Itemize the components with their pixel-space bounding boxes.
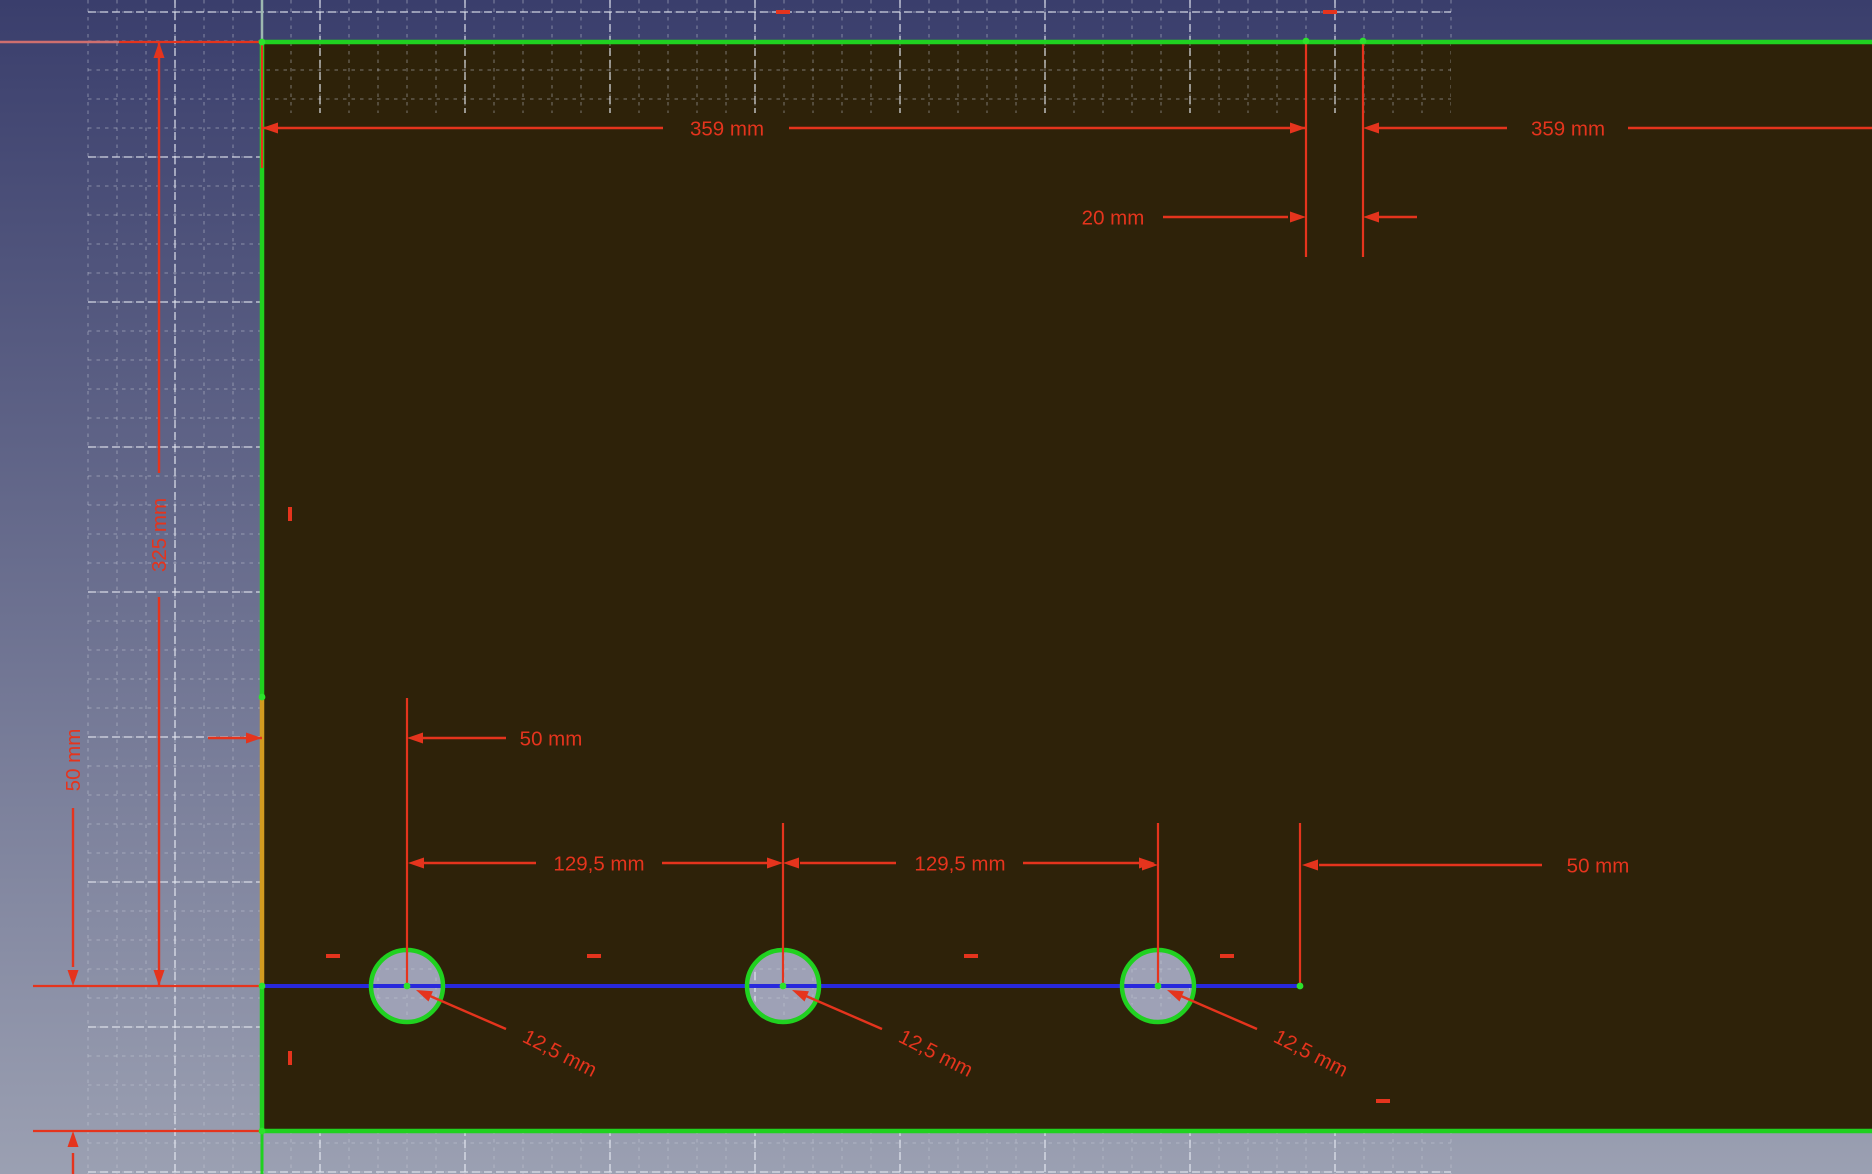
constraint-marker[interactable]	[587, 954, 601, 958]
constraint-marker[interactable]	[288, 507, 292, 521]
dimension-label-hole-spacing-2[interactable]: 129,5 mm	[914, 853, 1005, 876]
vertex-point[interactable]	[259, 39, 266, 46]
vertex-point[interactable]	[259, 983, 266, 990]
vertex-point[interactable]	[1155, 983, 1162, 990]
constraint-marker[interactable]	[326, 954, 340, 958]
constraint-marker[interactable]	[1376, 1099, 1390, 1103]
sketch-face[interactable]	[262, 42, 1872, 1131]
constraint-marker[interactable]	[288, 1051, 292, 1065]
vertex-point[interactable]	[1360, 38, 1367, 45]
vertex-point[interactable]	[780, 983, 787, 990]
vertex-point[interactable]	[259, 694, 266, 701]
vertex-point[interactable]	[1303, 38, 1310, 45]
vertex-point[interactable]	[404, 983, 411, 990]
dimension-label-width-right[interactable]: 359 mm	[1531, 118, 1605, 141]
dimension-label-width-left[interactable]: 359 mm	[690, 118, 764, 141]
constraint-marker[interactable]	[1323, 10, 1337, 14]
constraint-marker[interactable]	[776, 10, 790, 14]
sketcher-viewport-container: 359 mm 359 mm 20 mm 50 mm 129,5 mm 129,5 mm 50…	[0, 0, 1872, 1174]
constraint-marker[interactable]	[1220, 954, 1234, 958]
vertex-point[interactable]	[1297, 983, 1304, 990]
dimension-label-hole-row-offset[interactable]: 50 mm	[62, 729, 85, 792]
dimension-label-hole1-offset[interactable]: 50 mm	[520, 728, 583, 751]
dimension-label-hole3-offset[interactable]: 50 mm	[1567, 855, 1630, 878]
dimension-label-height[interactable]: 325 mm	[148, 498, 171, 572]
dimension-label-slot-gap[interactable]: 20 mm	[1082, 207, 1145, 230]
vertex-point[interactable]	[259, 1128, 266, 1135]
dimension-label-hole-spacing-1[interactable]: 129,5 mm	[553, 853, 644, 876]
constraint-marker[interactable]	[964, 954, 978, 958]
sketcher-viewport[interactable]: 359 mm 359 mm 20 mm 50 mm 129,5 mm 129,5 mm 50…	[0, 0, 1872, 1174]
